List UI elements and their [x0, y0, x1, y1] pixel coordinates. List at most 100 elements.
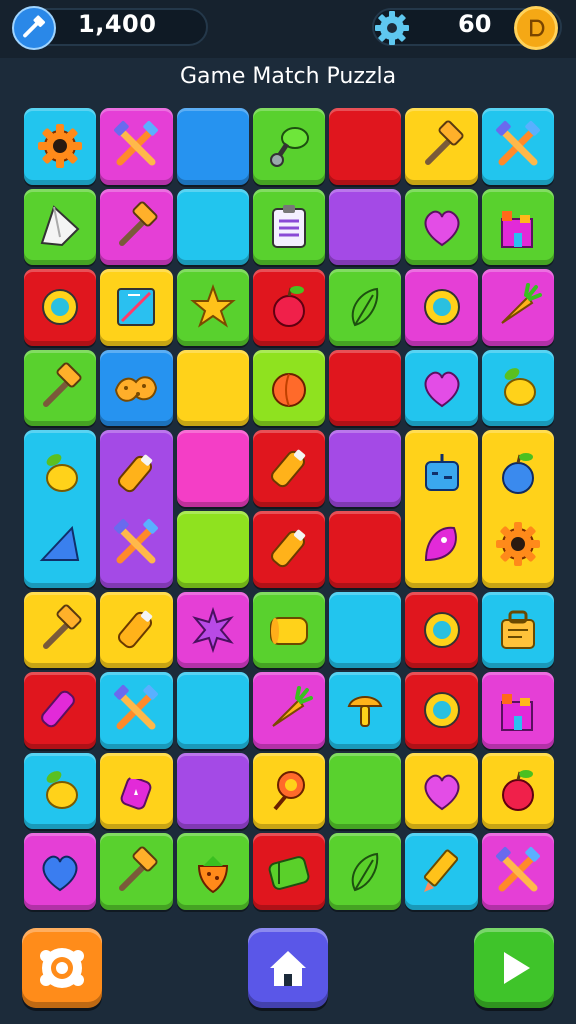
puzzle-tile[interactable] — [24, 349, 97, 427]
pick-icon — [424, 527, 457, 562]
puzzle-tile[interactable] — [100, 108, 173, 185]
puzzle-tile[interactable] — [176, 672, 249, 749]
hammer-icon — [424, 120, 464, 166]
paper-icon — [40, 205, 80, 246]
puzzle-tile[interactable] — [176, 430, 249, 507]
puzzle-tile[interactable] — [481, 591, 554, 669]
puzzle-tile[interactable] — [405, 108, 478, 185]
bag-icon — [500, 610, 535, 649]
puzzle-tile[interactable] — [405, 752, 478, 830]
puzzle-tile[interactable] — [329, 349, 402, 427]
puzzle-tile[interactable] — [329, 188, 402, 266]
puzzle-tile[interactable] — [100, 430, 173, 588]
puzzle-tile[interactable] — [405, 672, 478, 749]
strawberry-icon — [197, 855, 228, 893]
puzzle-tile[interactable] — [405, 349, 478, 427]
lemon-icon — [503, 368, 536, 407]
settings-badge-button[interactable] — [22, 928, 102, 1008]
puzzle-tile[interactable] — [405, 430, 478, 588]
leaf-icon — [352, 288, 379, 327]
puzzle-tile[interactable] — [329, 591, 402, 669]
home-button[interactable] — [248, 928, 328, 1008]
gear-icon — [495, 522, 540, 567]
pencil-icon — [423, 849, 458, 892]
puzzle-tile[interactable] — [481, 672, 554, 749]
puzzle-tile[interactable] — [405, 833, 478, 910]
puzzle-tile[interactable] — [100, 752, 173, 830]
puzzle-tile[interactable] — [176, 833, 249, 910]
puzzle-tile[interactable] — [24, 833, 97, 910]
puzzle-tile[interactable] — [100, 349, 173, 427]
clipboard-icon — [271, 204, 306, 248]
puzzle-tile[interactable] — [329, 269, 402, 346]
puzzle-tile[interactable] — [252, 430, 326, 507]
puzzle-tile[interactable] — [24, 108, 97, 185]
peach-icon — [271, 373, 306, 408]
crossed-tools-icon — [495, 121, 540, 166]
robot-icon — [424, 453, 459, 491]
puzzle-tile[interactable] — [24, 672, 97, 749]
puzzle-tile[interactable] — [24, 430, 97, 588]
puzzle-tile[interactable] — [176, 269, 249, 346]
coins-value: 60 — [458, 10, 492, 38]
puzzle-tile[interactable] — [405, 269, 478, 346]
puzzle-tile[interactable] — [100, 833, 173, 910]
cone-icon — [39, 526, 80, 562]
puzzle-tile[interactable] — [252, 349, 326, 427]
play-button[interactable] — [474, 928, 554, 1008]
carrot-icon — [272, 686, 313, 728]
puzzle-tile[interactable] — [329, 511, 402, 588]
puzzle-tile[interactable] — [24, 188, 97, 266]
puzzle-tile[interactable] — [24, 269, 97, 346]
puzzle-tile[interactable] — [252, 511, 326, 588]
puzzle-tile[interactable] — [252, 591, 326, 669]
bottle-icon — [118, 454, 153, 492]
lollipop-icon — [273, 771, 305, 811]
puzzle-tile[interactable] — [100, 269, 173, 346]
puzzle-tile[interactable] — [329, 833, 402, 910]
puzzle-tile[interactable] — [252, 833, 326, 910]
puzzle-tile[interactable] — [252, 672, 326, 749]
home-icon — [270, 951, 306, 986]
puzzle-tile[interactable] — [481, 188, 554, 266]
puzzle-tile[interactable] — [481, 430, 554, 588]
puzzle-tile[interactable] — [252, 269, 326, 346]
puzzle-tile[interactable] — [176, 591, 249, 669]
puzzle-tile[interactable] — [481, 833, 554, 910]
puzzle-tile[interactable] — [24, 591, 97, 669]
star-icon — [189, 284, 236, 329]
coin-icon[interactable] — [514, 6, 558, 50]
puzzle-tile[interactable] — [481, 108, 554, 185]
puzzle-tile[interactable] — [100, 591, 173, 669]
puzzle-tile[interactable] — [100, 188, 173, 266]
gear-icon — [38, 124, 83, 169]
puzzle-tile[interactable] — [329, 752, 402, 830]
heart-icon — [424, 210, 460, 247]
puzzle-tile[interactable] — [24, 752, 97, 830]
puzzle-tile[interactable] — [481, 269, 554, 346]
puzzle-tile[interactable] — [481, 349, 554, 427]
puzzle-tile[interactable] — [176, 511, 249, 588]
puzzle-tile[interactable] — [481, 752, 554, 830]
puzzle-tile[interactable] — [176, 752, 249, 830]
puzzle-tile[interactable] — [176, 349, 249, 427]
hammer-icon[interactable] — [12, 6, 56, 50]
puzzle-tile[interactable] — [329, 108, 402, 185]
carrot-icon — [501, 283, 542, 325]
puzzle-tile[interactable] — [252, 752, 326, 830]
puzzle-tile[interactable] — [252, 108, 326, 185]
puzzle-tile[interactable] — [329, 430, 402, 507]
puzzle-tile[interactable] — [252, 188, 326, 266]
gear-icon[interactable] — [370, 6, 414, 50]
puzzle-tile[interactable] — [329, 672, 402, 749]
puzzle-tile[interactable] — [405, 591, 478, 669]
potion-icon — [121, 771, 152, 810]
puzzle-tile[interactable] — [176, 108, 249, 185]
drum-green-icon — [268, 855, 310, 890]
leaf-icon — [352, 852, 379, 891]
map-icon — [117, 288, 156, 327]
puzzle-tile[interactable] — [100, 672, 173, 749]
puzzle-tile[interactable] — [176, 188, 249, 266]
puzzle-tile[interactable] — [405, 188, 478, 266]
game-board — [22, 106, 556, 912]
